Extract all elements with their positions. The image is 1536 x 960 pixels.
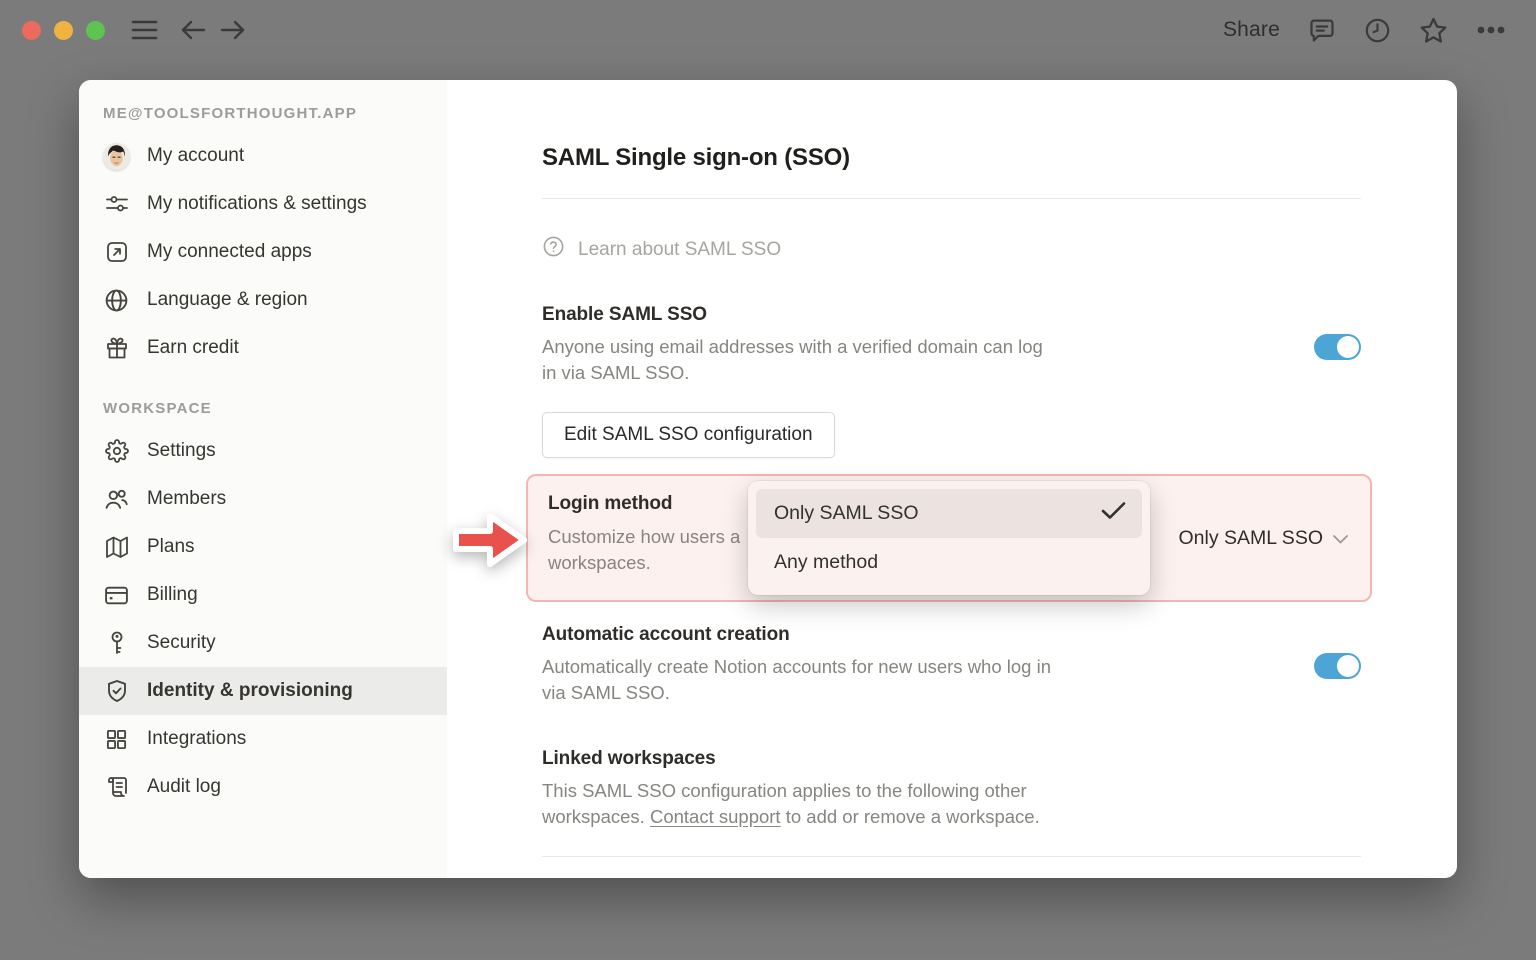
sidebar-item-earn-credit[interactable]: Earn credit	[79, 324, 447, 372]
linked-workspaces-description: This SAML SSO configuration applies to t…	[542, 780, 1040, 827]
divider	[542, 856, 1361, 857]
gift-icon	[103, 335, 130, 362]
sidebar-item-label: Settings	[147, 440, 216, 461]
close-window-button[interactable]	[22, 20, 41, 40]
sidebar-item-label: Plans	[147, 536, 195, 557]
members-icon	[103, 486, 130, 513]
login-method-select[interactable]: Only SAML SSO	[1179, 525, 1350, 551]
help-circle-icon	[542, 235, 565, 264]
sidebar-item-label: Security	[147, 632, 216, 653]
minimize-window-button[interactable]	[54, 20, 73, 40]
linked-workspaces-title: Linked workspaces	[542, 748, 716, 769]
sidebar-item-label: My connected apps	[147, 241, 312, 262]
sidebar-item-label: Members	[147, 488, 227, 509]
sidebar-item-notifications-settings[interactable]: My notifications & settings	[79, 180, 447, 228]
sidebar-item-label: Integrations	[147, 728, 247, 749]
sidebar-item-label: Identity & provisioning	[147, 680, 353, 701]
toggle-knob	[1337, 336, 1359, 358]
back-arrow-icon[interactable]	[180, 19, 206, 41]
credit-card-icon	[103, 582, 130, 609]
traffic-lights	[22, 20, 105, 40]
login-method-section: Login method Customize how users a works…	[453, 474, 1372, 602]
red-callout-arrow-icon	[450, 501, 530, 579]
sidebar-item-my-account[interactable]: My account	[79, 132, 447, 180]
user-avatar	[103, 142, 130, 170]
toggle-knob	[1337, 655, 1359, 677]
enable-saml-toggle[interactable]	[1314, 334, 1361, 360]
favorite-star-icon[interactable]	[1419, 16, 1448, 45]
sidebar-item-label: Audit log	[147, 776, 221, 797]
sidebar-item-label: Billing	[147, 584, 198, 605]
scroll-icon	[103, 774, 130, 801]
menu-icon[interactable]	[131, 19, 158, 41]
settings-modal: ME@TOOLSFORTHOUGHT.APP My account My not…	[79, 80, 1457, 878]
sidebar-item-plans[interactable]: Plans	[79, 523, 447, 571]
auto-account-toggle[interactable]	[1314, 653, 1361, 679]
chevron-down-icon	[1332, 528, 1349, 551]
sidebar-item-audit-log[interactable]: Audit log	[79, 763, 447, 811]
more-options-icon[interactable]	[1476, 25, 1506, 35]
enable-saml-section: Enable SAML SSO Anyone using email addre…	[542, 304, 1361, 386]
sidebar-item-identity-provisioning[interactable]: Identity & provisioning	[79, 667, 447, 715]
window-titlebar: Share	[0, 0, 1536, 60]
auto-account-description: Automatically create Notion accounts for…	[542, 656, 1052, 703]
sidebar-item-label: My account	[147, 145, 245, 166]
dropdown-option-only-saml-sso[interactable]: Only SAML SSO	[756, 489, 1142, 538]
globe-icon	[103, 287, 130, 314]
edit-saml-config-button[interactable]: Edit SAML SSO configuration	[542, 412, 835, 458]
history-clock-icon[interactable]	[1364, 17, 1391, 44]
automatic-account-creation-section: Automatic account creation Automatically…	[542, 624, 1361, 706]
saml-sso-panel: SAML Single sign-on (SSO) Learn about SA…	[447, 80, 1457, 878]
learn-about-saml-link[interactable]: Learn about SAML SSO	[542, 235, 1361, 264]
gear-icon	[103, 438, 130, 465]
sidebar-item-label: My notifications & settings	[147, 193, 367, 214]
forward-arrow-icon[interactable]	[220, 19, 246, 41]
key-icon	[103, 630, 130, 657]
sidebar-item-integrations[interactable]: Integrations	[79, 715, 447, 763]
workspace-caption: WORKSPACE	[103, 400, 212, 417]
enable-saml-description: Anyone using email addresses with a veri…	[542, 336, 1043, 383]
sidebar-item-connected-apps[interactable]: My connected apps	[79, 228, 447, 276]
settings-sidebar: ME@TOOLSFORTHOUGHT.APP My account My not…	[79, 80, 447, 878]
sidebar-item-label: Earn credit	[147, 337, 239, 358]
sidebar-item-settings[interactable]: Settings	[79, 427, 447, 475]
comments-icon[interactable]	[1308, 16, 1336, 44]
enable-saml-title: Enable SAML SSO	[542, 304, 707, 325]
sidebar-item-security[interactable]: Security	[79, 619, 447, 667]
sidebar-item-label: Language & region	[147, 289, 308, 310]
grid-icon	[103, 726, 130, 753]
map-icon	[103, 534, 130, 561]
divider	[542, 198, 1361, 199]
zoom-window-button[interactable]	[86, 20, 105, 40]
auto-account-title: Automatic account creation	[542, 624, 790, 645]
sliders-icon	[103, 191, 130, 218]
share-button[interactable]: Share	[1223, 18, 1280, 42]
checkmark-icon	[1101, 501, 1126, 526]
account-email-caption: ME@TOOLSFORTHOUGHT.APP	[103, 105, 358, 122]
dropdown-option-any-method[interactable]: Any method	[756, 538, 1142, 587]
contact-support-link[interactable]: Contact support	[650, 806, 781, 827]
login-method-dropdown: Only SAML SSO Any method	[748, 481, 1150, 595]
sidebar-item-members[interactable]: Members	[79, 475, 447, 523]
page-title: SAML Single sign-on (SSO)	[542, 144, 850, 171]
sidebar-item-billing[interactable]: Billing	[79, 571, 447, 619]
shield-check-icon	[103, 678, 130, 705]
sidebar-item-language-region[interactable]: Language & region	[79, 276, 447, 324]
arrow-up-right-box-icon	[103, 239, 130, 266]
linked-workspaces-section: Linked workspaces This SAML SSO configur…	[542, 748, 1361, 830]
